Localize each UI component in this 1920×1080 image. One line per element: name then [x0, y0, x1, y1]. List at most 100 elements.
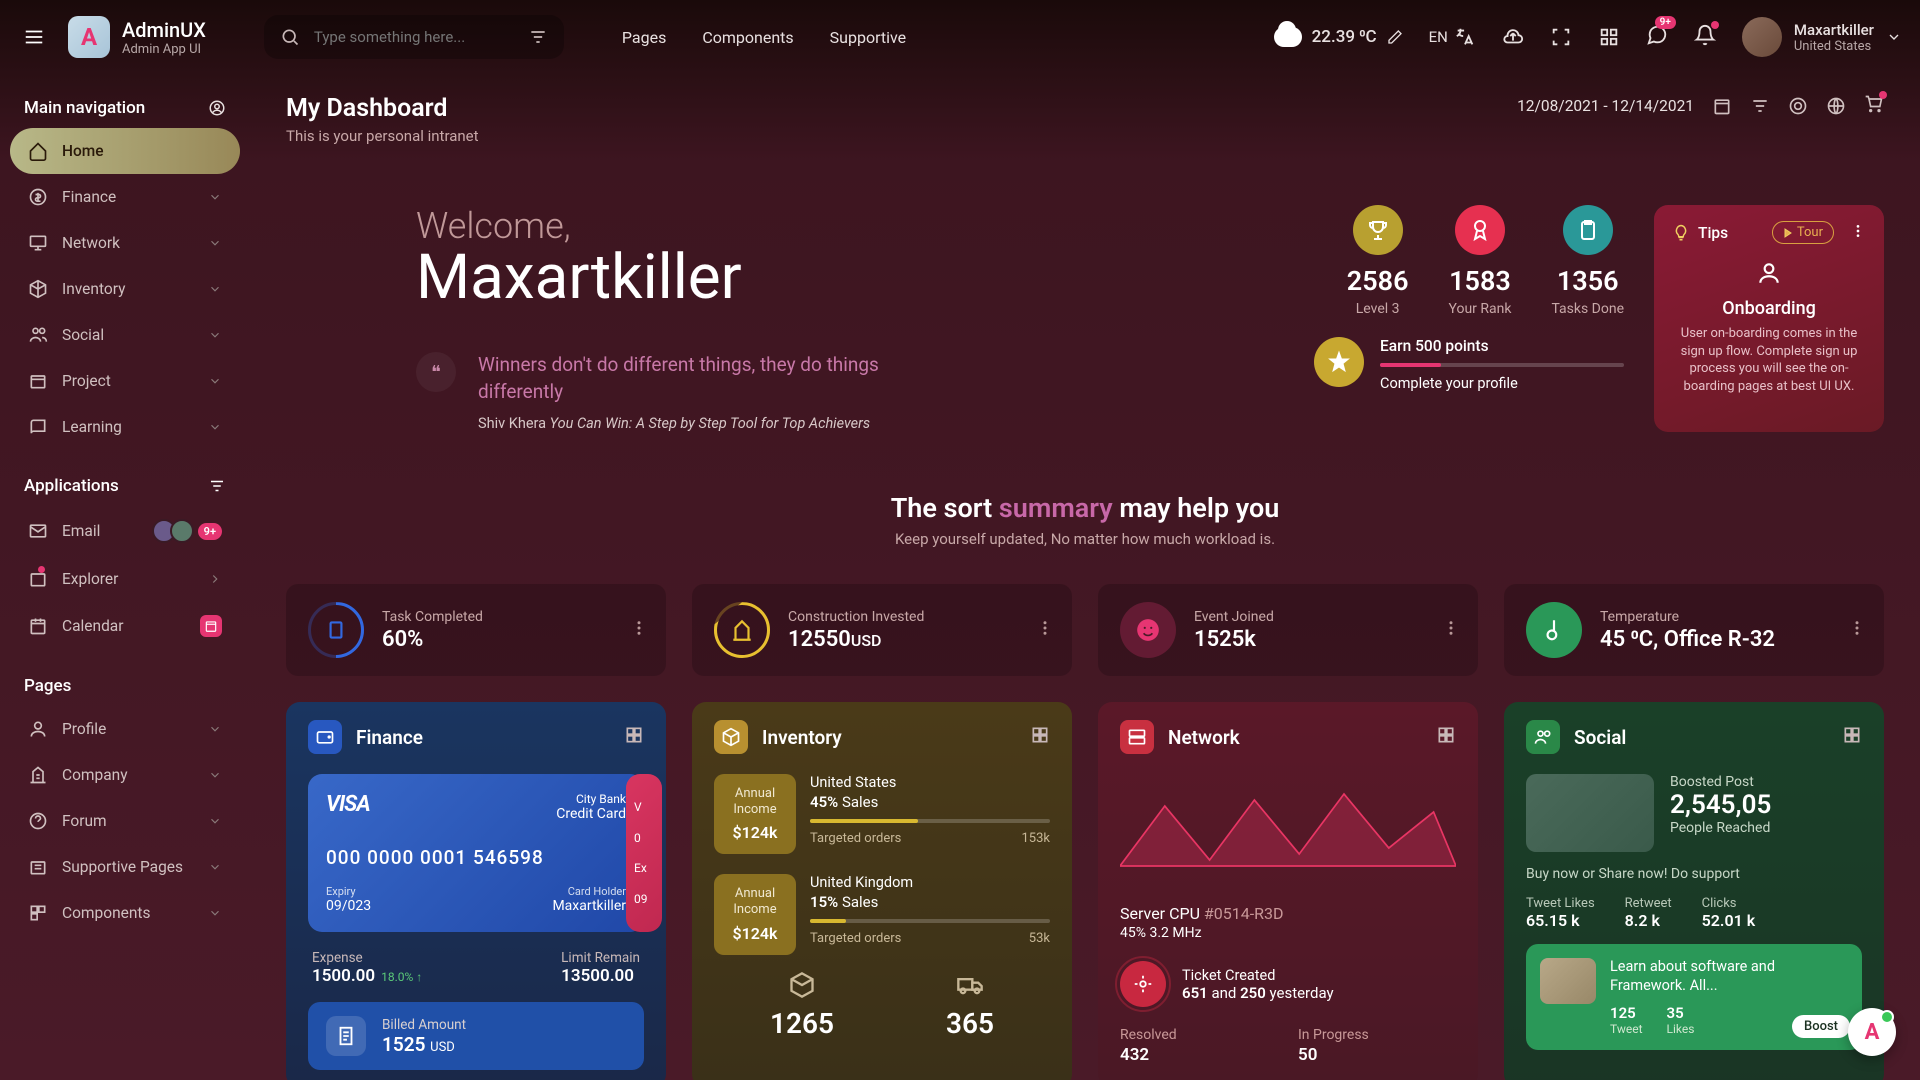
- next-card-peek[interactable]: V0Ex09: [626, 774, 662, 932]
- logo-title: AdminUX: [122, 18, 206, 42]
- tips-description: User on-boarding comes in the sign up fl…: [1672, 325, 1866, 395]
- box-icon: [714, 720, 748, 754]
- learn-image: [1540, 958, 1596, 1004]
- nav-supportive[interactable]: Supportive: [830, 28, 906, 47]
- language-picker[interactable]: EN: [1429, 26, 1476, 48]
- social-image: [1526, 774, 1654, 852]
- sidebar-item-email[interactable]: Email 9+: [10, 506, 240, 556]
- page-title: My Dashboard: [286, 94, 479, 123]
- medal-icon: [1468, 218, 1492, 242]
- user-menu[interactable]: Maxartkiller United States: [1742, 17, 1902, 57]
- floating-action-button[interactable]: A: [1848, 1008, 1896, 1056]
- tips-menu[interactable]: [1850, 223, 1866, 243]
- weather-widget[interactable]: 22.39 ⁰C: [1274, 27, 1403, 47]
- expand-icon[interactable]: [1030, 725, 1050, 749]
- clipboard-icon: [1576, 218, 1600, 242]
- sidebar-item-finance[interactable]: Finance: [10, 174, 240, 220]
- sidebar-item-network[interactable]: Network: [10, 220, 240, 266]
- messages-badge: 9+: [1655, 16, 1676, 29]
- filter-icon[interactable]: [528, 27, 548, 47]
- app-logo[interactable]: A AdminUX Admin App UI: [68, 16, 206, 58]
- mini-card-task[interactable]: Task Completed60%: [286, 584, 666, 676]
- mini-card-event[interactable]: Event Joined1525k: [1098, 584, 1478, 676]
- edit-icon[interactable]: [1387, 29, 1403, 45]
- nav-pages[interactable]: Pages: [622, 28, 666, 47]
- notifications-button[interactable]: [1694, 24, 1716, 50]
- mini-menu[interactable]: [630, 619, 648, 641]
- mini-menu[interactable]: [1848, 619, 1866, 641]
- quote-author: Shiv Khera You Can Win: A Step by Step T…: [478, 415, 898, 432]
- wallet-icon: [308, 720, 342, 754]
- summary-title: The sort summary may help you: [286, 492, 1884, 524]
- inventory-truck-stat: 365: [946, 971, 994, 1040]
- sidebar-item-forum[interactable]: Forum: [10, 798, 240, 844]
- tips-heading: Onboarding: [1672, 298, 1866, 319]
- network-card: Network Server CPU #0514-R3D 45% 3.2 MHz…: [1098, 702, 1478, 1080]
- inventory-card: Inventory Annual Income$124k United Stat…: [692, 702, 1072, 1080]
- quote-icon: ❝: [416, 352, 456, 392]
- messages-button[interactable]: 9+: [1646, 24, 1668, 50]
- mini-menu[interactable]: [1036, 619, 1054, 641]
- social-card: Social Boosted Post 2,545,05 People Reac…: [1504, 702, 1884, 1080]
- trophy-icon: [1366, 218, 1390, 242]
- sidebar-item-profile[interactable]: Profile: [10, 706, 240, 752]
- tour-button[interactable]: Tour: [1772, 221, 1834, 244]
- sidebar-item-social[interactable]: Social: [10, 312, 240, 358]
- stat-rank: 1583 Your Rank: [1449, 205, 1512, 317]
- sidebar-item-calendar[interactable]: Calendar: [10, 602, 240, 650]
- thermometer-icon: [1526, 602, 1582, 658]
- nav-components[interactable]: Components: [702, 28, 793, 47]
- sidebar-item-company[interactable]: Company: [10, 752, 240, 798]
- sidebar-item-learning[interactable]: Learning: [10, 404, 240, 450]
- stat-level: 2586 Level 3: [1347, 205, 1409, 317]
- expand-icon[interactable]: [1436, 725, 1456, 749]
- card-number: 000 0000 0001 546598: [326, 846, 626, 869]
- expand-icon[interactable]: [1842, 725, 1862, 749]
- fab-logo-icon: A: [1865, 1020, 1880, 1045]
- expand-icon[interactable]: [624, 725, 644, 749]
- notification-dot: [1711, 21, 1719, 29]
- boost-button[interactable]: Boost: [1792, 1015, 1850, 1038]
- calendar-icon[interactable]: [1712, 96, 1732, 116]
- nav-heading-apps: Applications: [10, 466, 240, 506]
- fullscreen-icon[interactable]: [1550, 26, 1572, 48]
- globe-icon[interactable]: [1826, 96, 1846, 116]
- billed-card[interactable]: Billed Amount1525 USD: [308, 1002, 644, 1070]
- sidebar-item-home[interactable]: Home: [10, 128, 240, 174]
- sidebar: Main navigation Home Finance Network Inv…: [0, 74, 250, 1080]
- sidebar-item-explorer[interactable]: Explorer: [10, 556, 240, 602]
- cart-button[interactable]: [1864, 94, 1884, 118]
- main-content: My Dashboard This is your personal intra…: [250, 74, 1920, 1080]
- translate-icon: [1454, 26, 1476, 48]
- search-box[interactable]: [264, 15, 564, 59]
- date-range[interactable]: 12/08/2021 - 12/14/2021: [1517, 97, 1694, 115]
- mini-card-construction[interactable]: Construction Invested12550USD: [692, 584, 1072, 676]
- cloud-upload-icon[interactable]: [1502, 26, 1524, 48]
- top-nav: Pages Components Supportive: [622, 28, 906, 47]
- nav-heading-main: Main navigation: [10, 88, 240, 128]
- earn-progress: [1380, 363, 1624, 367]
- credit-card[interactable]: VISACity BankCredit Card 000 0000 0001 5…: [308, 774, 644, 932]
- menu-toggle-button[interactable]: [18, 21, 50, 53]
- user-name: Maxartkiller: [1794, 21, 1874, 39]
- apps-icon[interactable]: [1598, 26, 1620, 48]
- sidebar-item-pages-components[interactable]: Components: [10, 890, 240, 936]
- user-circle-icon[interactable]: [208, 99, 226, 117]
- person-icon: [1756, 260, 1782, 286]
- sidebar-item-project[interactable]: Project: [10, 358, 240, 404]
- tips-card: Tips Tour Onboarding User on-boarding co…: [1654, 205, 1884, 432]
- sidebar-item-supportive[interactable]: Supportive Pages: [10, 844, 240, 890]
- mini-card-temperature[interactable]: Temperature45 ⁰C, Office R-32: [1504, 584, 1884, 676]
- filter-icon[interactable]: [1750, 96, 1770, 116]
- earn-title: Earn 500 points: [1380, 337, 1624, 355]
- sliders-icon[interactable]: [208, 477, 226, 495]
- sidebar-item-inventory[interactable]: Inventory: [10, 266, 240, 312]
- finance-card: Finance VISACity BankCredit Card 000 000…: [286, 702, 666, 1080]
- task-progress-icon: [308, 602, 364, 658]
- target-icon[interactable]: [1788, 96, 1808, 116]
- page-tools: 12/08/2021 - 12/14/2021: [1517, 94, 1884, 118]
- search-input[interactable]: [314, 28, 514, 46]
- mini-menu[interactable]: [1442, 619, 1460, 641]
- earn-subtitle[interactable]: Complete your profile: [1380, 375, 1624, 392]
- learn-card[interactable]: Learn about software and Framework. All.…: [1526, 944, 1862, 1050]
